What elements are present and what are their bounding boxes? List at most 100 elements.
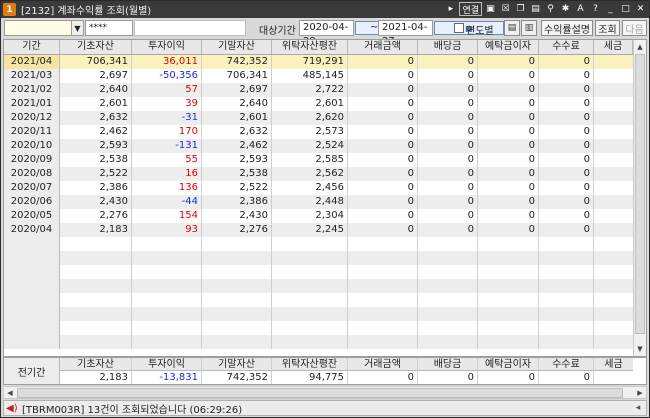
table-row[interactable]: 2020/09 2,538 55 2,593 2,585 0 0 0 0 [4,153,633,167]
table-row[interactable]: 2020/07 2,386 136 2,522 2,456 0 0 0 0 [4,181,633,195]
password-input[interactable]: **** [85,20,133,36]
column-header[interactable]: 투자이익 [132,40,202,54]
yearly-checkbox[interactable] [454,23,464,33]
empty-cell [4,307,60,321]
table-row[interactable]: 2020/08 2,522 16 2,538 2,562 0 0 0 0 [4,167,633,181]
query-button[interactable]: 조회 [595,20,620,36]
settings-icon[interactable]: ✱ [559,2,572,16]
empty-cell [418,237,478,251]
scroll-up-icon[interactable]: ▲ [634,40,646,53]
scroll-left-icon[interactable]: ◀ [4,387,16,398]
table-row[interactable]: 2020/11 2,462 170 2,632 2,573 0 0 0 0 [4,125,633,139]
column-header[interactable]: 배당금 [418,40,478,54]
chart-icon[interactable]: ▥ [521,20,537,36]
horizontal-scrollbar[interactable]: ◀ ▶ [3,386,647,399]
table-cell: 0 [478,111,539,125]
table-row[interactable]: 2021/01 2,601 39 2,640 2,601 0 0 0 0 [4,97,633,111]
print-icon[interactable]: ▤ [529,2,542,16]
title-bar[interactable]: 1 [2132] 계좌수익률 조회(월별) ▸ 연결 ▣ ☒ ❐ ▤ ⚲ ✱ A… [1,1,649,18]
table-cell: 0 [539,97,594,111]
table-cell: 0 [418,167,478,181]
table-cell: 0 [418,83,478,97]
table-cell: 2,524 [272,139,348,153]
table-cell: 2,245 [272,223,348,237]
table-cell: 0 [348,153,418,167]
pin-icon[interactable]: ⚲ [544,2,557,16]
empty-cell [4,279,60,293]
maximize-icon[interactable]: □ [619,2,632,16]
summary-column-header: 수수료 [539,358,594,370]
close-box-icon[interactable]: ☒ [499,2,512,16]
minimize-icon[interactable]: _ [604,2,617,16]
arrow-icon[interactable]: ▸ [444,2,457,16]
table-row[interactable]: 2020/05 2,276 154 2,430 2,304 0 0 0 0 [4,209,633,223]
empty-cell [132,251,202,265]
table-cell: 39 [132,97,202,111]
summary-value: 0 [478,371,539,384]
column-header[interactable]: 위탁자산평잔 [272,40,348,54]
close-icon[interactable]: ✕ [634,2,647,16]
column-header[interactable]: 기간 [4,40,60,54]
table-cell: 0 [418,139,478,153]
empty-cell [60,307,132,321]
help-button[interactable]: ? [589,2,602,16]
table-cell: -50,356 [132,69,202,83]
table-row[interactable]: 2021/03 2,697 -50,356 706,341 485,145 0 0 0 0 [4,69,633,83]
table-row[interactable]: 2020/10 2,593 -131 2,462 2,524 0 0 0 0 [4,139,633,153]
table-icon[interactable]: ▤ [504,20,520,36]
column-header[interactable]: 기초자산 [60,40,132,54]
period-cell: 2021/02 [4,83,60,97]
table-cell: 136 [132,181,202,195]
table-cell: 0 [418,125,478,139]
table-cell: -44 [132,195,202,209]
empty-cell [539,307,594,321]
empty-cell [272,265,348,279]
table-cell: 2,448 [272,195,348,209]
table-row[interactable]: 2021/02 2,640 57 2,697 2,722 0 0 0 0 [4,83,633,97]
column-header[interactable]: 기말자산 [202,40,272,54]
table-cell [594,97,633,111]
column-header[interactable]: 수수료 [539,40,594,54]
empty-cell [478,335,539,349]
monitor-icon[interactable]: ▣ [484,2,497,16]
table-cell: 2,276 [202,223,272,237]
font-button[interactable]: A [574,2,587,16]
vertical-scroll-thumb[interactable] [635,54,645,334]
empty-cell [202,335,272,349]
table-cell: 0 [539,167,594,181]
grid-header: 기간 기초자산 투자이익 기말자산 위탁자산평잔 거래금액 배당금 예탁금이자 수수료 세금 [4,40,633,55]
horizontal-scroll-thumb[interactable] [17,388,623,398]
empty-cell [478,321,539,335]
empty-cell [4,335,60,349]
account-dropdown-icon[interactable]: ▼ [71,20,84,36]
link-button[interactable]: 연결 [459,2,482,16]
copy-icon[interactable]: ❐ [514,2,527,16]
date-to-input[interactable]: 2021-04-27 [378,20,433,47]
table-cell: 0 [348,55,418,69]
table-row[interactable]: 2020/12 2,632 -31 2,601 2,620 0 0 0 0 [4,111,633,125]
table-cell: 2,722 [272,83,348,97]
table-cell: 0 [539,209,594,223]
table-row[interactable]: 2020/06 2,430 -44 2,386 2,448 0 0 0 0 [4,195,633,209]
table-row[interactable]: 2020/04 2,183 93 2,276 2,245 0 0 0 0 [4,223,633,237]
empty-row [4,293,633,307]
table-cell: 2,386 [60,181,132,195]
account-return-window: 1 [2132] 계좌수익률 조회(월별) ▸ 연결 ▣ ☒ ❐ ▤ ⚲ ✱ A… [0,0,650,418]
column-header[interactable]: 세금 [594,40,633,54]
return-explain-button[interactable]: 수익률설명 [541,20,593,36]
scroll-down-icon[interactable]: ▼ [634,342,646,355]
next-button[interactable]: 다음 [622,20,647,36]
empty-row [4,279,633,293]
date-from-input[interactable]: 2020-04-28 [299,20,354,47]
summary-values: 2,183 -13,831 742,352 94,775 0 0 0 0 [60,371,633,384]
scroll-right-icon[interactable]: ▶ [634,387,646,398]
column-header[interactable]: 예탁금이자 [478,40,539,54]
status-expand-icon[interactable]: ◂ [632,402,644,414]
table-cell: 2,183 [60,223,132,237]
table-cell [594,125,633,139]
summary-value: -13,831 [132,371,202,384]
table-row[interactable]: 2021/04 706,341 36,011 742,352 719,291 0 0 0 0 [4,55,633,69]
vertical-scrollbar[interactable]: ▲ ▼ [633,40,646,356]
column-header[interactable]: 거래금액 [348,40,418,54]
period-cell: 2021/03 [4,69,60,83]
